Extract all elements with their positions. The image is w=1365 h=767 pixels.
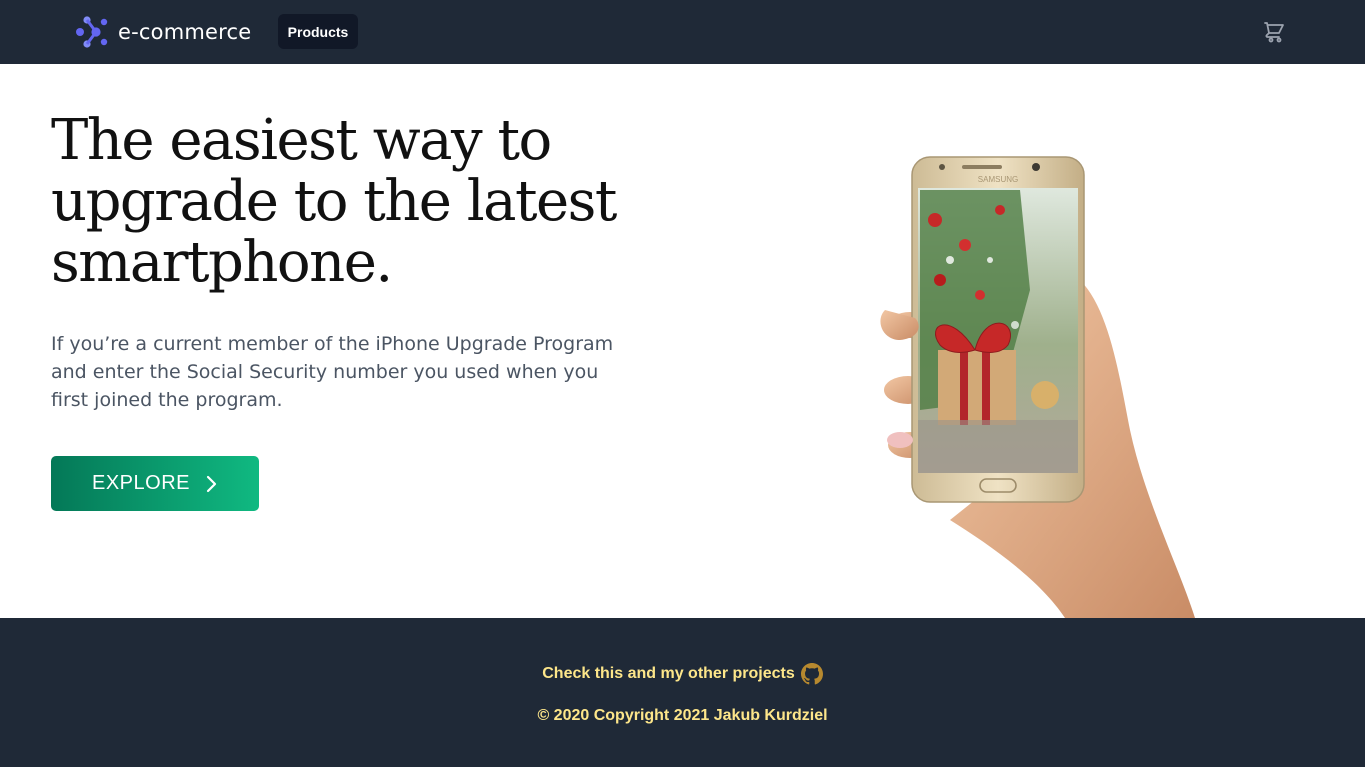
hero-phone-image: SAMSUNG [880, 156, 1195, 618]
projects-link[interactable]: Check this and my other projects [0, 663, 1365, 685]
logo-icon [76, 16, 108, 48]
github-icon [800, 663, 823, 685]
projects-link-label: Check this and my other projects [542, 665, 795, 682]
cart-button[interactable] [1262, 20, 1286, 44]
logo[interactable]: e-commerce [74, 15, 251, 49]
chevron-right-icon [206, 475, 217, 492]
phone-brand-text: SAMSUNG [978, 175, 1018, 184]
logo-text: e-commerce [118, 20, 252, 44]
products-button[interactable]: Products [278, 14, 358, 49]
hero-description: If you’re a current member of the iPhone… [51, 333, 614, 411]
hero-title: The easiest way to upgrade to the latest… [51, 108, 617, 295]
footer [0, 618, 1365, 767]
cart-icon [1264, 22, 1284, 43]
explore-button[interactable]: EXPLORE [51, 456, 259, 511]
navbar: e-commerce Products [0, 0, 1365, 64]
copyright-text: © 2020 Copyright 2021 Jakub Kurdziel [537, 707, 828, 724]
explore-label: EXPLORE [92, 472, 190, 494]
